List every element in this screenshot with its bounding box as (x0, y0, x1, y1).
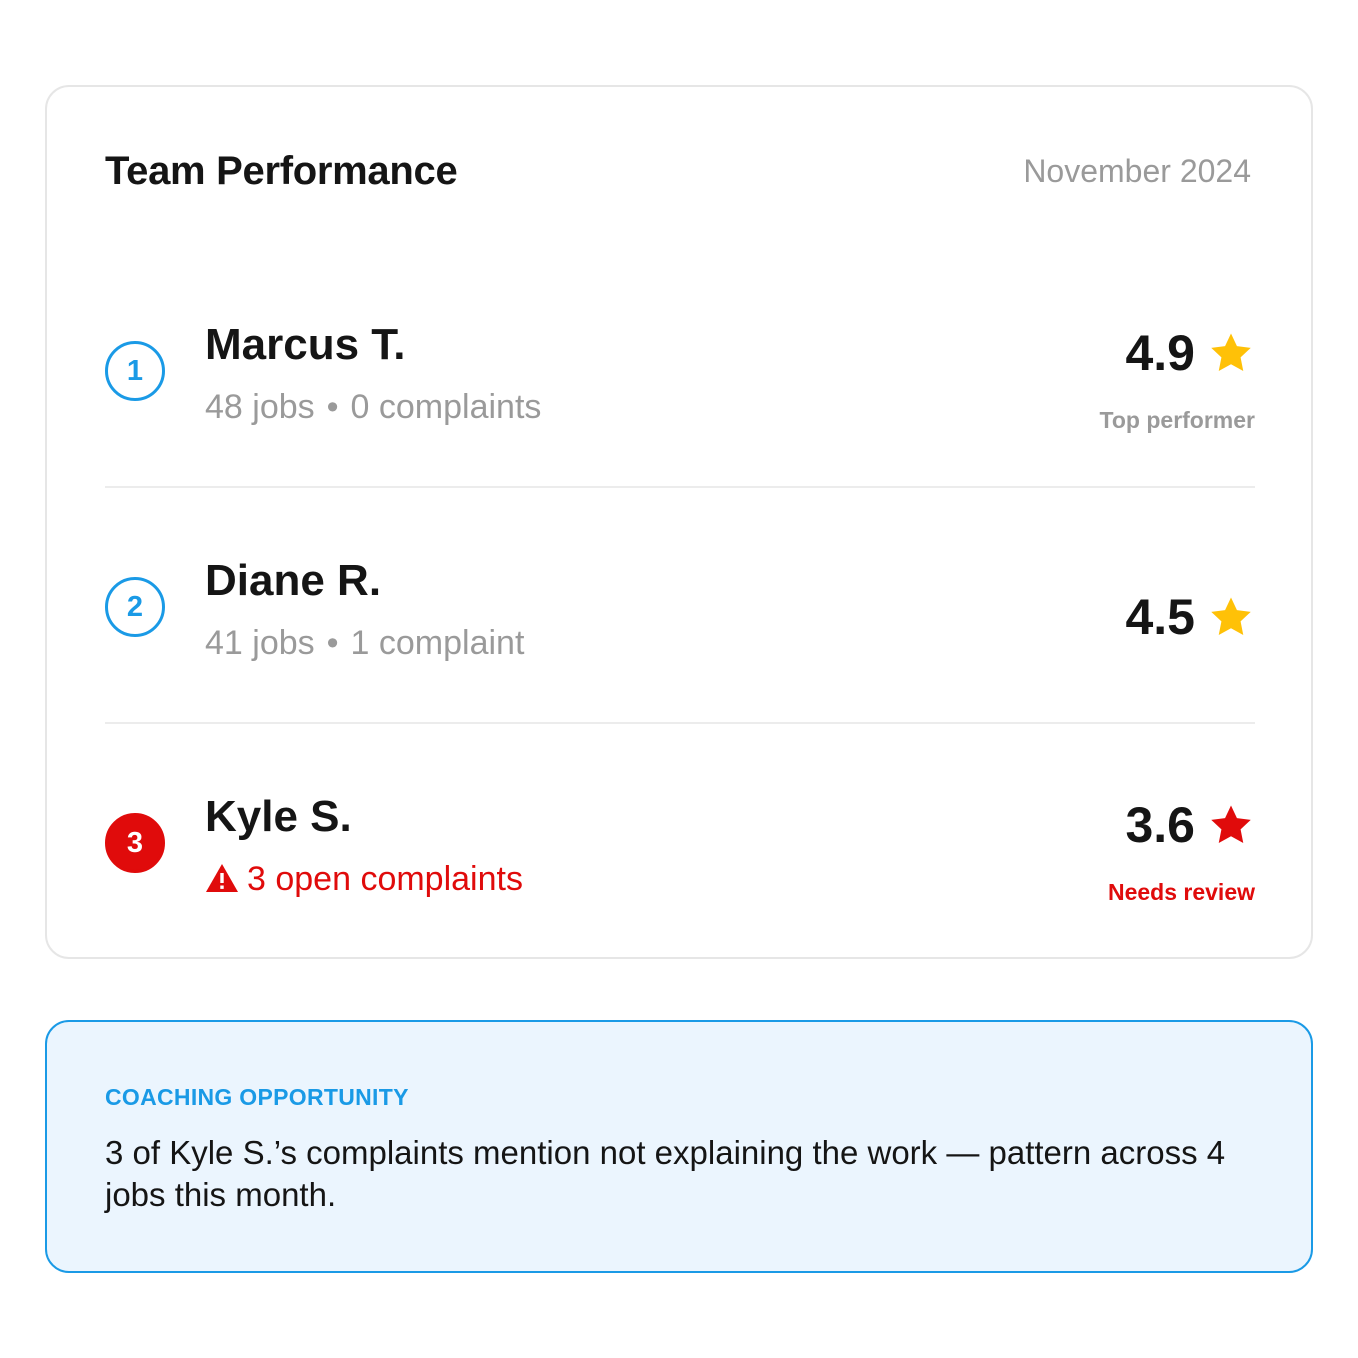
complaints-count: 1 complaint (350, 624, 525, 662)
member-name: Marcus T. (205, 320, 406, 369)
star-icon (1211, 597, 1251, 636)
warning-icon (206, 864, 238, 892)
complaints-count: 0 complaints (350, 388, 542, 426)
rank-badge: 3 (105, 813, 165, 873)
team-performance-card: Team Performance November 2024 1 Marcus … (45, 85, 1313, 959)
card-title: Team Performance (105, 149, 458, 193)
team-member-row[interactable]: 3 Kyle S. 3 open complaints 3.6 Needs re… (105, 724, 1255, 960)
period-label: November 2024 (1023, 153, 1251, 189)
status-label: Top performer (1099, 407, 1255, 433)
member-stats: 41 jobs • 1 complaint (205, 624, 524, 663)
rating: 4.5 (1125, 588, 1255, 646)
callout-label: COACHING OPPORTUNITY (105, 1084, 409, 1110)
rating: 4.9 (1125, 324, 1255, 382)
star-icon (1211, 805, 1251, 844)
team-member-row[interactable]: 1 Marcus T. 48 jobs • 0 complaints 4.9 Top… (105, 252, 1255, 488)
status-label: Needs review (1107, 879, 1255, 905)
jobs-count: 41 jobs (205, 624, 315, 662)
jobs-count: 48 jobs (205, 388, 315, 426)
separator-dot: • (326, 624, 339, 662)
rating-value: 3.6 (1125, 797, 1195, 853)
separator-dot: • (326, 388, 339, 426)
rating-value: 4.5 (1125, 589, 1195, 645)
team-member-row[interactable]: 2 Diane R. 41 jobs • 1 complaint 4.5 (105, 488, 1255, 724)
rank-badge: 1 (105, 341, 165, 401)
star-icon (1211, 333, 1251, 372)
member-name: Kyle S. (205, 792, 352, 841)
callout-text: 3 of Kyle S.’s complaints mention not ex… (105, 1134, 1226, 1213)
rank-badge: 2 (105, 577, 165, 637)
rating-value: 4.9 (1125, 325, 1195, 381)
coaching-callout: COACHING OPPORTUNITY 3 of Kyle S.’s comp… (45, 1020, 1313, 1273)
complaints-alert: 3 open complaints (205, 860, 523, 899)
alert-text: 3 open complaints (247, 860, 523, 898)
member-stats: 48 jobs • 0 complaints (205, 388, 541, 427)
member-name: Diane R. (205, 556, 382, 605)
rating: 3.6 (1125, 796, 1255, 854)
